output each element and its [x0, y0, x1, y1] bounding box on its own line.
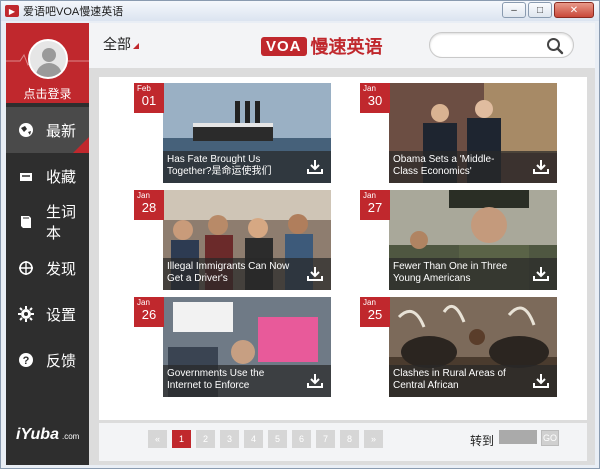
category-filter-label: 全部 [103, 36, 131, 52]
question-icon: ? [18, 352, 34, 368]
next-page-button[interactable]: » [364, 430, 383, 448]
caret-icon [133, 43, 139, 49]
sidebar-item-label: 反馈 [46, 352, 77, 370]
sidebar-item-label: 生词本 [46, 204, 77, 242]
download-icon[interactable] [305, 371, 325, 391]
svg-text:?: ? [23, 355, 30, 367]
category-filter[interactable]: 全部 [103, 34, 139, 54]
article-caption: Governments Use the Internet to Enforce [163, 365, 331, 397]
goto-label: 转到 [470, 434, 495, 448]
sidebar-item-favorites[interactable]: 收藏 [6, 153, 89, 199]
avatar-body-icon [36, 63, 62, 77]
article-card[interactable]: Has Fate Brought Us Together?是命运使我们 [163, 83, 331, 183]
gear-icon [18, 306, 34, 322]
brand-text: 慢速英语 [310, 37, 383, 57]
sidebar-item-settings[interactable]: 设置 [6, 291, 89, 337]
goto-button[interactable]: GO [541, 430, 559, 446]
date-badge: Jan 27 [360, 190, 390, 220]
article-caption: Fewer Than One in Three Young Americans [389, 258, 557, 290]
article-caption: Illegal Immigrants Can Now Get a Driver'… [163, 258, 331, 290]
page-button[interactable]: 8 [340, 430, 359, 448]
pagination: « 1 2 3 4 5 6 7 8 » 转到 GO [99, 423, 587, 461]
sidebar-item-feedback[interactable]: ? 反馈 [6, 337, 89, 383]
sidebar-item-discover[interactable]: 发现 [6, 245, 89, 291]
search-input[interactable] [440, 33, 550, 57]
sidebar-item-latest[interactable]: 最新 [6, 107, 89, 153]
voa-mark: VOA [261, 36, 307, 56]
article-title: Illegal Immigrants Can Now Get a Driver'… [167, 261, 290, 284]
window-title: 爱语吧VOA慢速英语 [23, 6, 124, 18]
article-title: Clashes in Rural Areas of Central Africa… [393, 368, 506, 391]
download-icon[interactable] [531, 264, 551, 284]
page-button[interactable]: 7 [316, 430, 335, 448]
page-button[interactable]: 5 [268, 430, 287, 448]
app-window: ▶ 爱语吧VOA慢速英语 – □ ✕ 点击登录 最新 收藏 生词本 发现 设置 … [0, 0, 600, 469]
article-grid: Has Fate Brought Us Together?是命运使我们 Feb 0… [99, 77, 587, 420]
page-button[interactable]: 3 [220, 430, 239, 448]
app-icon: ▶ [5, 5, 19, 17]
article-title: Fewer Than One in Three Young Americans [393, 261, 508, 284]
download-icon[interactable] [531, 371, 551, 391]
sidebar-item-vocabulary[interactable]: 生词本 [6, 199, 89, 245]
search-box [429, 32, 574, 58]
article-title: Obama Sets a 'Middle-Class Economics' [393, 154, 495, 177]
prev-page-button[interactable]: « [148, 430, 167, 448]
download-icon[interactable] [305, 264, 325, 284]
login-label[interactable]: 点击登录 [6, 85, 89, 102]
header: 全部 VOA 慢速英语 [89, 23, 595, 68]
goto-page-input[interactable] [499, 430, 537, 444]
profile-panel[interactable]: 点击登录 [6, 23, 89, 103]
sidebar-item-label: 设置 [46, 306, 77, 324]
crosshair-icon [18, 260, 34, 276]
page-button[interactable]: 4 [244, 430, 263, 448]
globe-icon [18, 122, 34, 138]
window-controls: – □ ✕ [502, 2, 594, 18]
avatar-head-icon [42, 48, 56, 62]
book-icon [18, 214, 34, 230]
date-badge: Jan 28 [134, 190, 164, 220]
title-bar[interactable]: ▶ 爱语吧VOA慢速英语 – □ ✕ [1, 1, 599, 21]
article-title: Has Fate Brought Us Together?是命运使我们 [167, 154, 272, 177]
sidebar-nav: 最新 收藏 生词本 发现 设置 ? 反馈 [6, 107, 89, 383]
date-badge: Jan 26 [134, 297, 164, 327]
article-caption: Obama Sets a 'Middle-Class Economics' [389, 151, 557, 183]
page-button[interactable]: 2 [196, 430, 215, 448]
article-card[interactable]: Fewer Than One in Three Young Americans [389, 190, 557, 290]
article-card[interactable]: Obama Sets a 'Middle-Class Economics' [389, 83, 557, 183]
article-card[interactable]: Illegal Immigrants Can Now Get a Driver'… [163, 190, 331, 290]
article-title: Governments Use the Internet to Enforce [167, 368, 265, 391]
page-button[interactable]: 6 [292, 430, 311, 448]
maximize-button[interactable]: □ [528, 2, 552, 18]
sidebar-item-label: 发现 [46, 260, 77, 278]
inbox-icon [18, 168, 34, 184]
avatar[interactable] [28, 39, 68, 79]
sidebar-item-label: 最新 [46, 122, 77, 140]
download-icon[interactable] [305, 157, 325, 177]
close-button[interactable]: ✕ [554, 2, 594, 18]
date-badge: Jan 30 [360, 83, 390, 113]
brand-logo: VOA 慢速英语 [261, 33, 383, 59]
minimize-button[interactable]: – [502, 2, 526, 18]
article-card[interactable]: Governments Use the Internet to Enforce [163, 297, 331, 397]
date-badge: Feb 01 [134, 83, 164, 113]
iyuba-logo: iYuba .com [16, 426, 80, 443]
article-caption: Clashes in Rural Areas of Central Africa… [389, 365, 557, 397]
main-content: Has Fate Brought Us Together?是命运使我们 Feb 0… [89, 68, 595, 465]
sidebar-item-label: 收藏 [46, 168, 77, 186]
sidebar: 点击登录 最新 收藏 生词本 发现 设置 ? 反馈 iYuba .com [6, 23, 89, 465]
search-icon[interactable] [546, 37, 564, 55]
article-card[interactable]: Clashes in Rural Areas of Central Africa… [389, 297, 557, 397]
article-caption: Has Fate Brought Us Together?是命运使我们 [163, 151, 331, 183]
page-button[interactable]: 1 [172, 430, 191, 448]
download-icon[interactable] [531, 157, 551, 177]
date-badge: Jan 25 [360, 297, 390, 327]
